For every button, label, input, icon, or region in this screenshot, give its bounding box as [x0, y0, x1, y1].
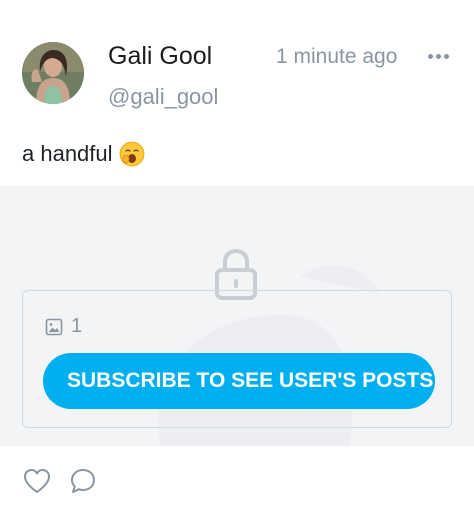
caption-text: a handful	[22, 141, 113, 166]
author-handle[interactable]: @gali_gool	[108, 84, 218, 110]
post-card: Gali Gool @gali_gool 1 minute ago a hand…	[0, 0, 474, 517]
locked-content-card: 1 SUBSCRIBE TO SEE USER'S POSTS	[22, 290, 452, 428]
more-options-button[interactable]	[424, 46, 452, 66]
media-count-value: 1	[71, 315, 83, 337]
profile-photo	[22, 42, 84, 104]
heart-icon	[24, 469, 50, 493]
locked-media: 1 SUBSCRIBE TO SEE USER'S POSTS	[0, 186, 474, 446]
like-button[interactable]	[22, 466, 52, 496]
comment-button[interactable]	[68, 466, 98, 496]
image-icon	[45, 318, 63, 335]
yawning-face-emoji	[119, 141, 145, 167]
subscribe-button[interactable]: SUBSCRIBE TO SEE USER'S POSTS	[43, 353, 435, 409]
post-caption: a handful	[22, 141, 145, 167]
author-display-name[interactable]: Gali Gool	[108, 42, 212, 71]
avatar[interactable]	[22, 42, 84, 104]
media-count: 1	[45, 315, 82, 338]
more-horizontal-icon	[427, 53, 433, 59]
more-dot	[435, 53, 441, 59]
comment-icon	[71, 469, 95, 493]
post-actions	[22, 466, 98, 496]
more-dot	[443, 53, 449, 59]
post-timestamp: 1 minute ago	[276, 45, 398, 68]
